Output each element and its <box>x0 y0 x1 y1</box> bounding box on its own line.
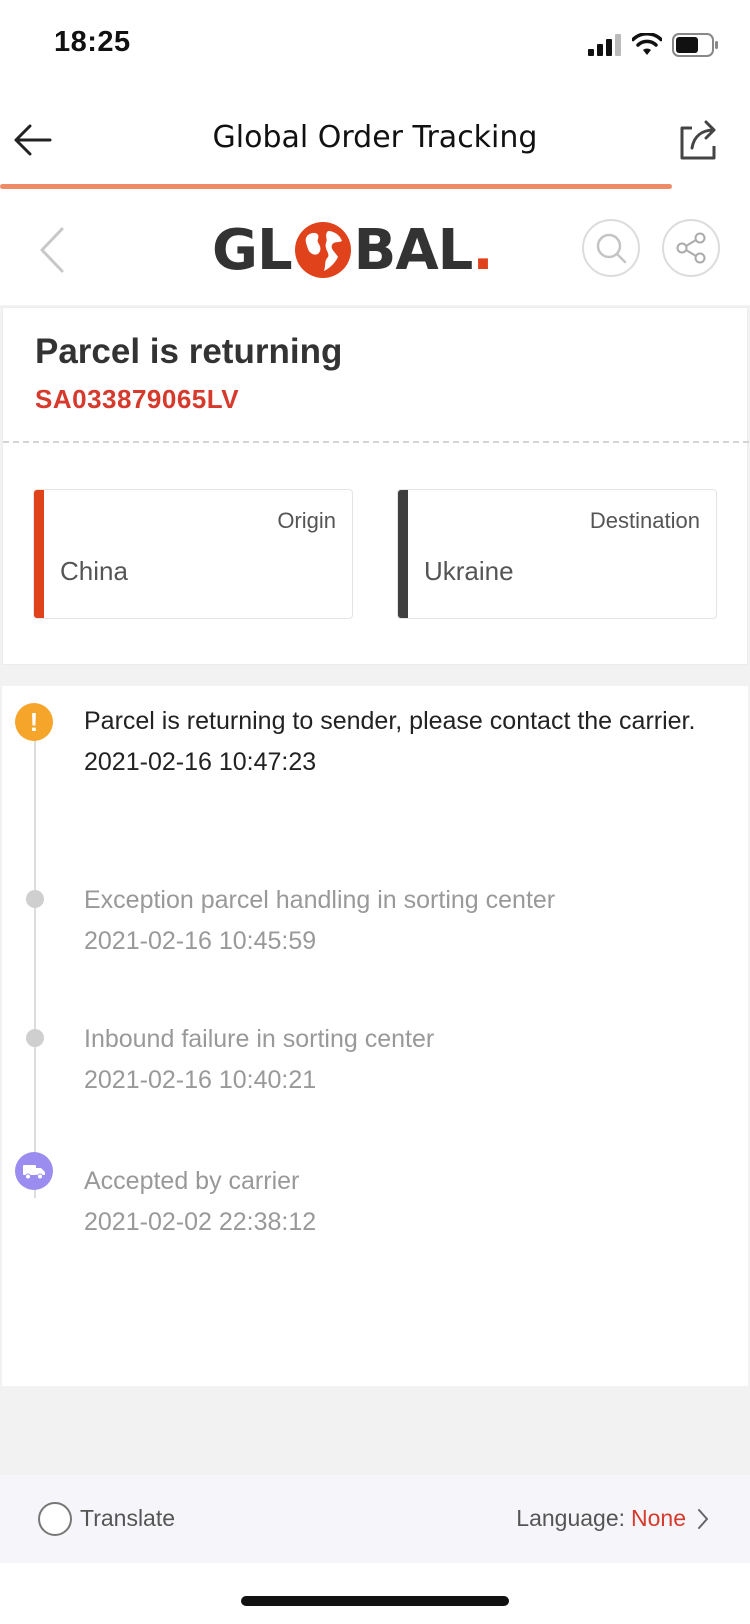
wifi-icon <box>632 33 662 55</box>
nav-bar: Global Order Tracking <box>0 100 750 180</box>
share-external-icon[interactable] <box>676 118 720 162</box>
search-icon <box>596 233 627 264</box>
destination-accent-bar <box>398 490 408 618</box>
status-time: 18:25 <box>54 26 131 58</box>
tracking-timeline: ! Parcel is returning to sender, please … <box>2 686 748 1386</box>
timeline-dot <box>26 1029 44 1047</box>
share-icon <box>676 232 706 264</box>
origin-value: China <box>60 556 128 586</box>
event-time: 2021-02-16 10:40:21 <box>84 1066 317 1094</box>
signal-icon <box>588 34 621 56</box>
parcel-status: Parcel is returning <box>35 332 343 371</box>
destination-value: Ukraine <box>424 556 514 586</box>
chevron-right-icon <box>698 1508 708 1529</box>
logo-text-left: GL <box>212 217 293 283</box>
warning-icon: ! <box>15 703 53 741</box>
language-label: Language: <box>516 1505 626 1531</box>
home-indicator[interactable] <box>241 1596 509 1606</box>
chevron-left-icon[interactable] <box>34 225 68 275</box>
status-bar: 18:25 <box>0 0 750 92</box>
logo-text-right: BAL <box>353 217 474 283</box>
timeline-event: Accepted by carrier 2021-02-02 22:38:12 <box>84 1161 724 1243</box>
page-load-progress <box>0 184 672 189</box>
battery-icon <box>672 33 718 57</box>
event-description: Parcel is returning to sender, please co… <box>84 707 696 735</box>
event-description: Inbound failure in sorting center <box>84 1025 435 1053</box>
event-description: Accepted by carrier <box>84 1167 300 1195</box>
timeline-event: Inbound failure in sorting center 2021-0… <box>84 1019 724 1101</box>
event-time: 2021-02-16 10:45:59 <box>84 927 317 955</box>
status-icons <box>588 30 720 60</box>
truck-glyph <box>23 1165 45 1180</box>
global-logo: GL BAL . <box>212 215 494 285</box>
logo-dot: . <box>472 217 493 283</box>
timeline-event: Exception parcel handling in sorting cen… <box>84 880 724 962</box>
origin-box: Origin China <box>33 489 353 619</box>
translate-radio[interactable] <box>38 1502 72 1536</box>
search-button[interactable] <box>582 219 640 277</box>
translate-label[interactable]: Translate <box>80 1505 175 1532</box>
timeline-dot <box>26 890 44 908</box>
timeline-line <box>34 728 36 1198</box>
origin-label: Origin <box>277 508 336 533</box>
tracking-number[interactable]: SA033879065LV <box>35 384 239 415</box>
page-title: Global Order Tracking <box>212 120 538 155</box>
site-header: GL BAL . <box>0 195 750 305</box>
share-button[interactable] <box>662 219 720 277</box>
language-value: None <box>631 1505 686 1531</box>
destination-label: Destination <box>589 508 700 533</box>
globe-icon <box>294 222 351 278</box>
event-time: 2021-02-02 22:38:12 <box>84 1208 317 1236</box>
truck-icon <box>15 1152 53 1190</box>
destination-box: Destination Ukraine <box>397 489 717 619</box>
divider <box>3 441 749 443</box>
summary-card: Parcel is returning SA033879065LV Origin… <box>2 307 749 665</box>
event-description: Exception parcel handling in sorting cen… <box>84 886 556 914</box>
language-selector[interactable]: Language: None <box>516 1505 710 1532</box>
bottom-bar: Translate Language: None <box>0 1475 750 1563</box>
timeline-event: Parcel is returning to sender, please co… <box>84 701 724 783</box>
origin-accent-bar <box>34 490 44 618</box>
event-time: 2021-02-16 10:47:23 <box>84 748 317 776</box>
